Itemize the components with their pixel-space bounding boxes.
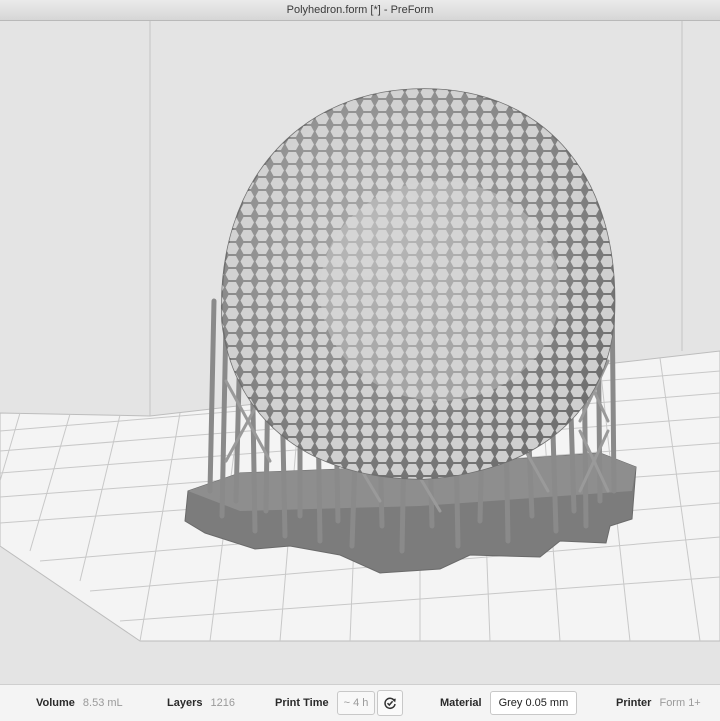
status-bar: Volume 8.53 mL Layers 1216 Print Time ~ …	[0, 684, 720, 721]
model-viewport[interactable]	[0, 21, 720, 684]
print-time-label: Print Time	[275, 697, 329, 709]
print-time-value: ~ 4 h	[336, 691, 376, 715]
printer-value[interactable]: Form 1+	[659, 697, 700, 709]
layers-value: 1216	[210, 697, 235, 709]
material-label: Material	[440, 697, 482, 709]
window-title: Polyhedron.form [*] - PreForm	[286, 4, 434, 16]
volume-value: 8.53 mL	[82, 697, 123, 709]
scene-canvas	[0, 21, 720, 642]
window-titlebar[interactable]: Polyhedron.form [*] - PreForm	[0, 0, 720, 21]
refresh-icon	[384, 697, 397, 710]
refresh-estimate-button[interactable]	[377, 690, 404, 716]
volume-stat: Volume 8.53 mL	[36, 685, 123, 721]
material-selector[interactable]: Grey 0.05 mm	[489, 691, 578, 715]
layers-label: Layers	[167, 697, 203, 709]
printer-stat: Printer Form 1+	[616, 685, 701, 721]
volume-label: Volume	[36, 697, 75, 709]
print-time-stat: Print Time ~ 4 h	[275, 685, 404, 721]
layers-stat: Layers 1216	[167, 685, 235, 721]
material-stat: Material Grey 0.05 mm	[440, 685, 578, 721]
printer-label: Printer	[616, 697, 652, 709]
